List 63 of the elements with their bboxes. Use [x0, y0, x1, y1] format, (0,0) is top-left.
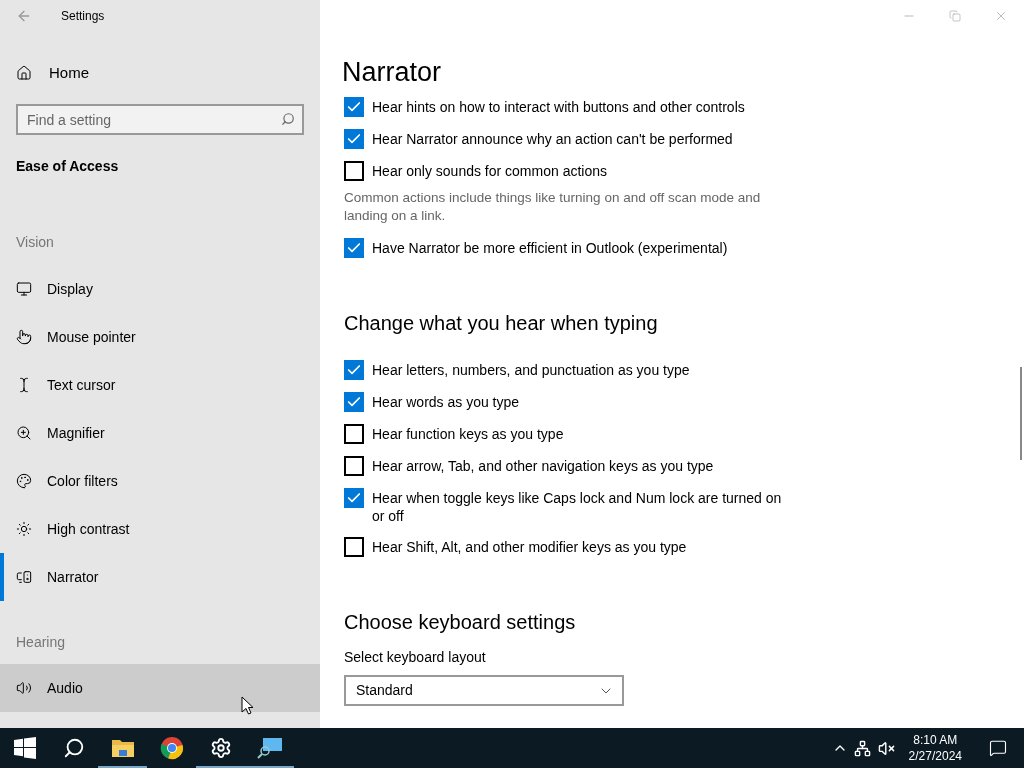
checkbox-label: Hear Shift, Alt, and other modifier keys as you type — [372, 538, 688, 556]
checkbox-label: Hear Narrator announce why an action can't be performed — [372, 130, 734, 148]
display-icon — [16, 281, 32, 297]
layout-dropdown[interactable]: Standard — [344, 675, 624, 706]
close-icon — [994, 9, 1008, 23]
group-heading: Vision — [16, 233, 55, 252]
checkbox-label: Hear hints on how to interact with buttons and other controls — [372, 98, 746, 116]
restore-icon — [949, 10, 961, 22]
checkbox[interactable] — [344, 424, 364, 444]
folder-icon — [110, 738, 135, 758]
section-heading: Change what you hear when typing — [344, 311, 659, 336]
checkbox[interactable] — [344, 97, 364, 117]
search-field[interactable]: Find a setting — [16, 104, 304, 135]
search-icon — [281, 112, 295, 126]
checkbox[interactable] — [344, 488, 364, 508]
checkbox[interactable] — [344, 161, 364, 181]
scrollbar-thumb[interactable] — [1020, 367, 1022, 460]
notification-icon — [989, 739, 1007, 757]
hand-pointer-icon — [16, 329, 32, 345]
checkbox-label: Hear when toggle keys like Caps lock and Num lock are turned on or off — [372, 489, 783, 525]
sidebar-item[interactable]: Mouse pointer — [0, 313, 320, 361]
field-label: Select keyboard layout — [344, 648, 487, 667]
home-icon — [16, 65, 32, 81]
section-heading: Choose keyboard settings — [344, 610, 577, 635]
sidebar-item[interactable]: Text cursor — [0, 361, 320, 409]
checkbox[interactable] — [344, 537, 364, 557]
search-icon — [62, 737, 85, 759]
sidebar-item[interactable]: High contrast — [0, 505, 320, 553]
windows-logo-icon — [13, 737, 36, 759]
home-link[interactable]: Home — [0, 49, 320, 97]
checkbox-label: Hear arrow, Tab, and other navigation keys as you type — [372, 457, 715, 475]
clock-button[interactable]: 8:10 AM 2/27/2024 — [904, 732, 966, 764]
back-arrow-icon — [16, 8, 32, 24]
checkbox-label: Hear letters, numbers, and punctuation as you type — [372, 361, 691, 379]
category-title: Ease of Access — [16, 157, 120, 176]
page-title: Narrator — [342, 56, 443, 88]
speaker-icon — [16, 680, 32, 696]
checkbox-label: Have Narrator be more efficient in Outlook (experimental) — [372, 239, 729, 257]
sidebar-item[interactable]: Display — [0, 265, 320, 313]
checkbox[interactable] — [344, 129, 364, 149]
sidebar-item[interactable]: Audio — [0, 664, 320, 712]
sidebar-item[interactable]: Magnifier — [0, 409, 320, 457]
browser-icon — [159, 736, 184, 760]
network-icon[interactable] — [853, 739, 871, 757]
narrator-icon — [16, 569, 32, 585]
muted-speaker-icon[interactable] — [877, 739, 895, 757]
palette-icon — [16, 473, 32, 489]
checkbox-label: Hear words as you type — [372, 393, 521, 411]
checkbox[interactable] — [344, 456, 364, 476]
sun-icon — [16, 521, 32, 537]
settings-icon — [209, 737, 232, 759]
checkbox[interactable] — [344, 392, 364, 412]
checkbox[interactable] — [344, 360, 364, 380]
group-heading: Hearing — [16, 633, 67, 652]
window-title: Settings — [61, 8, 105, 25]
description-text: Common actions include things like turning on and off scan mode and landing on a link. — [344, 189, 762, 225]
magnifier-icon — [16, 425, 32, 441]
checkbox-label: Hear only sounds for common actions — [372, 162, 608, 180]
sidebar-item[interactable]: Color filters — [0, 457, 320, 505]
monitor-magnifier-icon — [256, 737, 283, 759]
checkbox[interactable] — [344, 238, 364, 258]
mouse-cursor-icon — [241, 696, 254, 715]
checkbox-label: Hear function keys as you type — [372, 425, 565, 443]
